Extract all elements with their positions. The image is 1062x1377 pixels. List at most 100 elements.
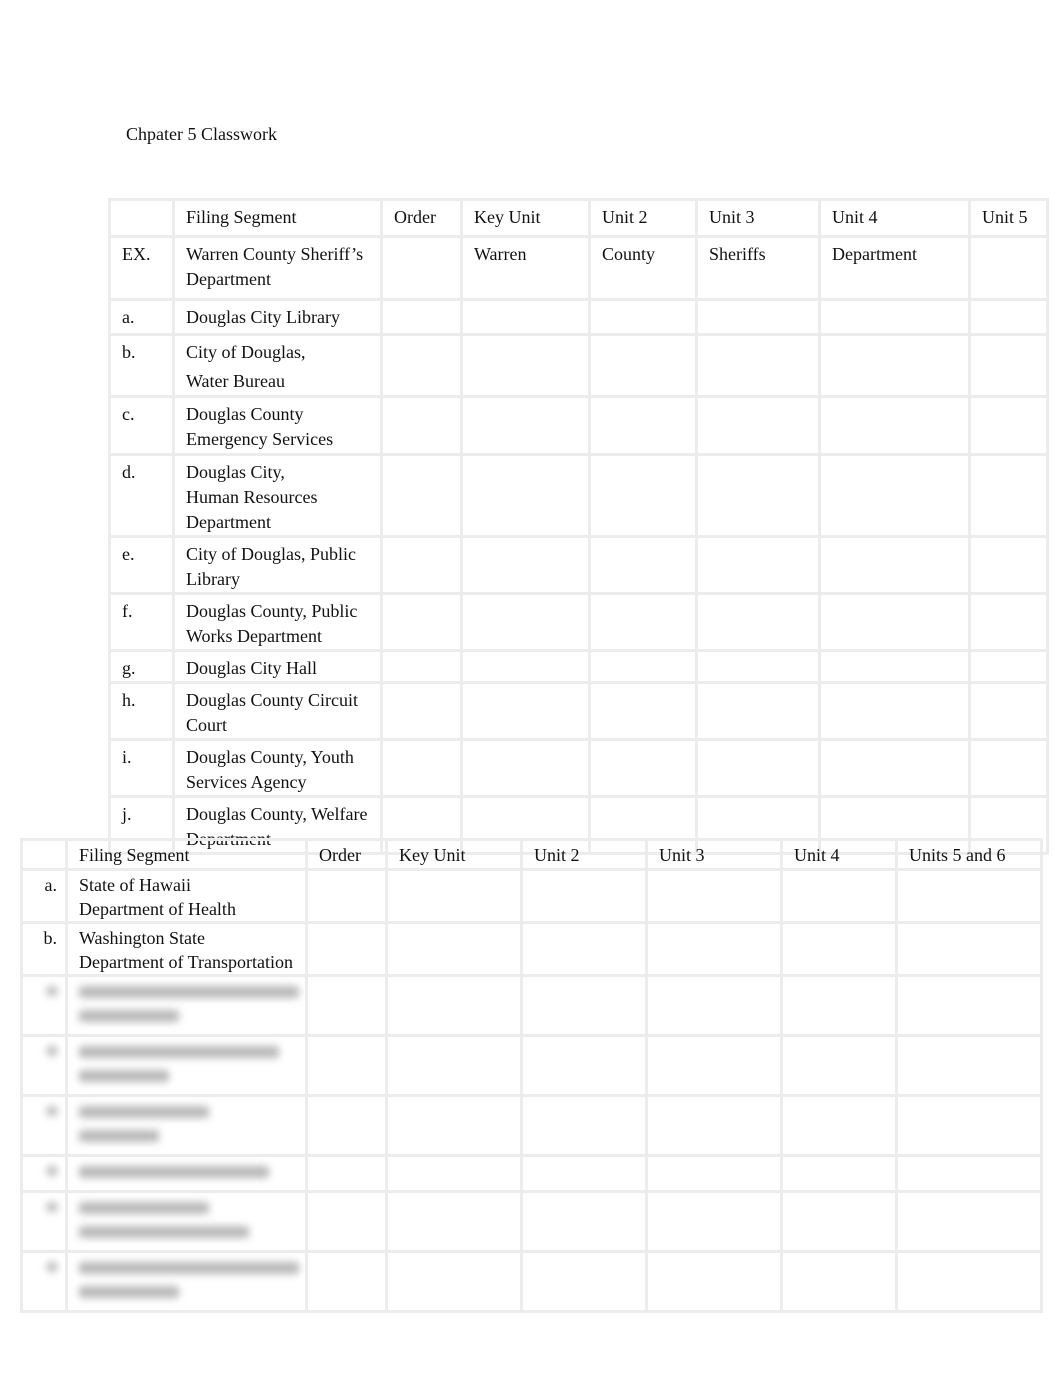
unit-cell-u2 bbox=[588, 298, 698, 336]
filing-segment-line: Services Agency bbox=[186, 772, 307, 792]
unit-cell-order bbox=[380, 298, 463, 336]
blurred-text bbox=[79, 1130, 159, 1142]
filing-segment-cell: State of Hawaii Department of Health bbox=[65, 868, 308, 924]
table-row: c. Douglas County Emergency Services bbox=[108, 395, 1049, 456]
blurred-text bbox=[79, 986, 299, 998]
unit-cell-u2 bbox=[588, 681, 698, 741]
table-row: f. Douglas County, Public Works Department bbox=[108, 592, 1049, 652]
column-header: Unit 4 bbox=[780, 838, 898, 871]
blurred-text bbox=[79, 1166, 269, 1178]
row-label: a. bbox=[20, 868, 68, 924]
unit-cell-u2 bbox=[520, 921, 648, 977]
unit-cell bbox=[645, 1094, 783, 1157]
page-title: Chpater 5 Classwork bbox=[126, 124, 277, 144]
table-row: a. Douglas City Library bbox=[108, 298, 1049, 336]
unit-cell-u3 bbox=[695, 453, 821, 538]
blurred-text bbox=[47, 1106, 57, 1116]
unit-cell-u4 bbox=[818, 681, 971, 741]
blurred-segment bbox=[65, 1190, 308, 1253]
header-row: Filing Segment Order Key Unit Unit 2 Unit 3U… bbox=[108, 198, 1049, 238]
blurred-text bbox=[47, 1166, 57, 1176]
filing-segment-line: Emergency Services bbox=[186, 429, 334, 449]
unit-cell-u4 bbox=[818, 333, 971, 398]
filing-segment-line: Douglas County, Youth bbox=[186, 747, 354, 767]
blurred-text bbox=[47, 1202, 57, 1212]
unit-cell bbox=[520, 1094, 648, 1157]
unit-cell bbox=[520, 1250, 648, 1313]
unit-cell-u3 bbox=[695, 738, 821, 798]
filing-segment-line: Douglas City Library bbox=[186, 307, 340, 327]
unit-cell-key bbox=[460, 738, 591, 798]
unit-cell-key bbox=[460, 592, 591, 652]
column-header: Unit 3 bbox=[645, 838, 783, 871]
unit-cell bbox=[385, 974, 523, 1037]
column-header: Unit 5 bbox=[968, 198, 1049, 238]
filing-segment-cell: Warren County Sheriff’s Department bbox=[172, 235, 383, 301]
unit-cell-u5 bbox=[968, 298, 1049, 336]
filing-segment-line: Washington State bbox=[79, 928, 206, 948]
unit-cell-u5 bbox=[968, 235, 1049, 301]
blurred-row bbox=[20, 974, 1043, 1037]
unit-cell-key bbox=[385, 921, 523, 977]
blurred-text bbox=[79, 1070, 169, 1082]
unit-cell-u4 bbox=[818, 592, 971, 652]
unit-cell bbox=[520, 1190, 648, 1253]
unit-cell-u4 bbox=[818, 649, 971, 684]
unit-cell bbox=[305, 1250, 388, 1313]
row-label: c. bbox=[108, 395, 175, 456]
unit-cell-key bbox=[460, 649, 591, 684]
unit-cell bbox=[305, 1034, 388, 1097]
filing-segment-line: City of Douglas, bbox=[186, 342, 306, 362]
table-row: b. City of Douglas, Water Bureau bbox=[108, 333, 1049, 398]
table-row: a. State of Hawaii Department of Health bbox=[20, 868, 1043, 924]
unit-cell-u5 bbox=[968, 681, 1049, 741]
unit-cell bbox=[645, 974, 783, 1037]
unit-cell bbox=[305, 1154, 388, 1193]
blurred-text bbox=[79, 1202, 209, 1214]
unit-cell bbox=[385, 1190, 523, 1253]
blurred-label bbox=[20, 974, 68, 1037]
unit-cell bbox=[305, 974, 388, 1037]
unit-cell bbox=[895, 974, 1043, 1037]
unit-cell-order bbox=[380, 333, 463, 398]
unit-cell-u3 bbox=[695, 592, 821, 652]
filing-segment-line: Department bbox=[186, 512, 271, 532]
unit-cell-u3: Sheriffs bbox=[695, 235, 821, 301]
blurred-label bbox=[20, 1154, 68, 1193]
table-row: i. Douglas County, Youth Services Agency bbox=[108, 738, 1049, 798]
blurred-text bbox=[79, 1106, 209, 1118]
table-row: e. City of Douglas, Public Library bbox=[108, 535, 1049, 595]
unit-cell-u2 bbox=[588, 649, 698, 684]
filing-segment-cell: Douglas City, Human Resources Department bbox=[172, 453, 383, 538]
unit-cell-u4: Department bbox=[818, 235, 971, 301]
unit-cell-u4 bbox=[818, 535, 971, 595]
blurred-text bbox=[47, 986, 57, 996]
blurred-segment bbox=[65, 974, 308, 1037]
blurred-text bbox=[79, 1226, 249, 1238]
unit-cell bbox=[895, 1154, 1043, 1193]
blurred-label bbox=[20, 1034, 68, 1097]
column-header: Filing Segment bbox=[172, 198, 383, 238]
column-header: Unit 2 bbox=[520, 838, 648, 871]
unit-cell-u4 bbox=[818, 395, 971, 456]
row-label: b. bbox=[108, 333, 175, 398]
unit-cell-u3 bbox=[695, 395, 821, 456]
unit-cell-order bbox=[380, 681, 463, 741]
filing-segment-cell: City of Douglas, Public Library bbox=[172, 535, 383, 595]
unit-cell bbox=[385, 1154, 523, 1193]
unit-cell-u2: County bbox=[588, 235, 698, 301]
blurred-segment bbox=[65, 1034, 308, 1097]
table-row: g. Douglas City Hall bbox=[108, 649, 1049, 684]
blurred-row bbox=[20, 1094, 1043, 1157]
unit-cell bbox=[305, 1094, 388, 1157]
filing-segment-cell: Douglas City Library bbox=[172, 298, 383, 336]
row-label: i. bbox=[108, 738, 175, 798]
filing-segment-cell: Douglas County Circuit Court bbox=[172, 681, 383, 741]
unit-cell-key bbox=[460, 298, 591, 336]
blurred-segment bbox=[65, 1250, 308, 1313]
unit-cell bbox=[385, 1250, 523, 1313]
unit-cell bbox=[780, 974, 898, 1037]
unit-cell bbox=[895, 1094, 1043, 1157]
filing-segment-line: Library bbox=[186, 569, 240, 589]
unit-cell-order bbox=[380, 592, 463, 652]
